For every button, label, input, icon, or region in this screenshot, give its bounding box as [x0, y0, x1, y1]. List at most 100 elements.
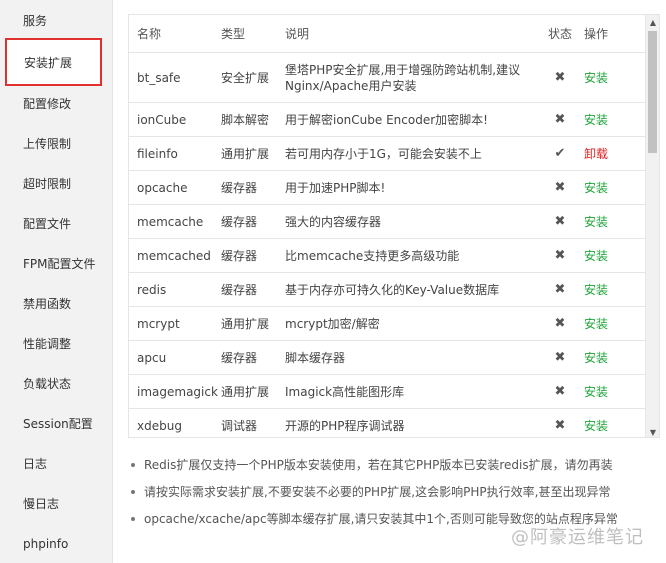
- header-name: 名称: [137, 27, 162, 41]
- ext-type: 缓存器: [221, 351, 258, 365]
- status-x-icon: ✖: [554, 384, 566, 399]
- ext-type: 通用扩展: [221, 147, 270, 161]
- bullet-icon: [131, 490, 135, 494]
- status-x-icon: ✖: [554, 418, 566, 433]
- ext-type: 通用扩展: [221, 317, 270, 331]
- install-button[interactable]: 安装: [580, 281, 620, 298]
- scroll-thumb[interactable]: [648, 31, 657, 153]
- ext-desc: 用于解密ionCube Encoder加密脚本!: [285, 112, 488, 127]
- uninstall-button[interactable]: 卸载: [580, 145, 620, 162]
- ext-name: apcu: [137, 350, 167, 365]
- status-x-icon: ✖: [554, 180, 566, 195]
- sidebar-item-session-config[interactable]: Session配置: [0, 404, 112, 444]
- table-header: 名称 类型 说明 状态 操作: [129, 15, 647, 53]
- ext-type: 缓存器: [221, 215, 258, 229]
- install-button[interactable]: 安装: [580, 213, 620, 230]
- install-button[interactable]: 安装: [580, 383, 620, 400]
- status-x-icon: ✖: [554, 214, 566, 229]
- status-check-icon: ✔: [554, 146, 566, 161]
- ext-type: 脚本解密: [221, 113, 270, 127]
- ext-desc: mcrypt加密/解密: [285, 316, 380, 331]
- ext-name: imagemagick: [137, 384, 218, 399]
- header-op: 操作: [584, 27, 609, 41]
- ext-name: bt_safe: [137, 70, 181, 85]
- ext-desc: 开源的PHP程序调试器: [285, 418, 405, 433]
- table-row: fileinfo 通用扩展 若可用内存小于1G，可能会安装不上 ✔ 卸载: [129, 137, 647, 171]
- scroll-up-arrow-icon[interactable]: ▲: [646, 15, 659, 29]
- ext-name: ionCube: [137, 112, 187, 127]
- header-type: 类型: [221, 27, 246, 41]
- table-row: xdebug 调试器 开源的PHP程序调试器 ✖ 安装: [129, 409, 647, 437]
- sidebar-item-log[interactable]: 日志: [0, 444, 112, 484]
- note-text: 请按实际需求安装扩展,不要安装不必要的PHP扩展,这会影响PHP执行效率,甚至出…: [144, 485, 611, 499]
- install-button[interactable]: 安装: [580, 417, 620, 434]
- status-x-icon: ✖: [554, 350, 566, 365]
- status-x-icon: ✖: [554, 282, 566, 297]
- table-row: ionCube 脚本解密 用于解密ionCube Encoder加密脚本! ✖ …: [129, 103, 647, 137]
- header-status: 状态: [547, 27, 572, 41]
- table-row: memcached 缓存器 比memcache支持更多高级功能 ✖ 安装: [129, 239, 647, 273]
- install-button[interactable]: 安装: [580, 349, 620, 366]
- sidebar-item-phpinfo[interactable]: phpinfo: [0, 524, 112, 563]
- ext-type: 调试器: [221, 419, 258, 433]
- main-panel: 名称 类型 说明 状态 操作 bt_safe 安全扩展 堡塔PHP安全扩展,用于…: [114, 0, 666, 563]
- ext-name: mcrypt: [137, 316, 180, 331]
- ext-type: 缓存器: [221, 249, 258, 263]
- ext-type: 安全扩展: [221, 71, 270, 85]
- ext-desc: 若可用内存小于1G，可能会安装不上: [285, 146, 482, 161]
- ext-desc: 基于内存亦可持久化的Key-Value数据库: [285, 282, 500, 297]
- ext-name: memcache: [137, 214, 204, 229]
- sidebar-item-load-status[interactable]: 负载状态: [0, 364, 112, 404]
- status-x-icon: ✖: [554, 316, 566, 331]
- extensions-table: 名称 类型 说明 状态 操作 bt_safe 安全扩展 堡塔PHP安全扩展,用于…: [128, 14, 660, 438]
- bullet-icon: [131, 517, 135, 521]
- ext-name: fileinfo: [137, 146, 178, 161]
- ext-name: redis: [137, 282, 167, 297]
- ext-desc: 脚本缓存器: [285, 350, 346, 365]
- sidebar: 服务 安装扩展 配置修改 上传限制 超时限制 配置文件 FPM配置文件 禁用函数…: [0, 0, 113, 563]
- status-x-icon: ✖: [554, 248, 566, 263]
- ext-name: xdebug: [137, 418, 182, 433]
- table-row: opcache 缓存器 用于加速PHP脚本! ✖ 安装: [129, 171, 647, 205]
- status-x-icon: ✖: [554, 112, 566, 127]
- table-row: memcache 缓存器 强大的内容缓存器 ✖ 安装: [129, 205, 647, 239]
- sidebar-item-fpm-config[interactable]: FPM配置文件: [0, 244, 112, 284]
- sidebar-item-slow-log[interactable]: 慢日志: [0, 484, 112, 524]
- install-button[interactable]: 安装: [580, 315, 620, 332]
- sidebar-item-service[interactable]: 服务: [0, 0, 112, 42]
- scroll-down-arrow-icon[interactable]: ▼: [646, 425, 659, 437]
- sidebar-item-install-extensions[interactable]: 安装扩展: [5, 38, 102, 86]
- install-button[interactable]: 安装: [580, 69, 620, 86]
- ext-desc: 强大的内容缓存器: [285, 214, 382, 229]
- sidebar-item-config-file[interactable]: 配置文件: [0, 204, 112, 244]
- sidebar-item-performance[interactable]: 性能调整: [0, 324, 112, 364]
- ext-name: memcached: [137, 248, 211, 263]
- install-button[interactable]: 安装: [580, 111, 620, 128]
- sidebar-item-config-edit[interactable]: 配置修改: [0, 84, 112, 124]
- ext-type: 通用扩展: [221, 385, 270, 399]
- ext-desc: Imagick高性能图形库: [285, 384, 405, 399]
- watermark: @阿豪运维笔记: [511, 527, 644, 548]
- install-button[interactable]: 安装: [580, 247, 620, 264]
- note-text: Redis扩展仅支持一个PHP版本安装使用，若在其它PHP版本已安装redis扩…: [144, 458, 613, 472]
- ext-desc: 堡塔PHP安全扩展,用于增强防跨站机制,建议Nginx/Apache用户安装: [285, 62, 521, 93]
- table-scrollbar[interactable]: ▲ ▼: [645, 15, 659, 437]
- sidebar-item-disabled-functions[interactable]: 禁用函数: [0, 284, 112, 324]
- table-row: imagemagick 通用扩展 Imagick高性能图形库 ✖ 安装: [129, 375, 647, 409]
- table-body: bt_safe 安全扩展 堡塔PHP安全扩展,用于增强防跨站机制,建议Nginx…: [129, 53, 647, 437]
- table-row: bt_safe 安全扩展 堡塔PHP安全扩展,用于增强防跨站机制,建议Nginx…: [129, 53, 647, 103]
- note-item: Redis扩展仅支持一个PHP版本安装使用，若在其它PHP版本已安装redis扩…: [128, 452, 648, 479]
- ext-type: 缓存器: [221, 181, 258, 195]
- header-desc: 说明: [285, 27, 310, 41]
- install-button[interactable]: 安装: [580, 179, 620, 196]
- table-row: mcrypt 通用扩展 mcrypt加密/解密 ✖ 安装: [129, 307, 647, 341]
- notes-list: Redis扩展仅支持一个PHP版本安装使用，若在其它PHP版本已安装redis扩…: [128, 452, 648, 533]
- sidebar-item-timeout-limit[interactable]: 超时限制: [0, 164, 112, 204]
- ext-desc: 比memcache支持更多高级功能: [285, 248, 460, 263]
- ext-desc: 用于加速PHP脚本!: [285, 180, 386, 195]
- table-row: redis 缓存器 基于内存亦可持久化的Key-Value数据库 ✖ 安装: [129, 273, 647, 307]
- sidebar-item-upload-limit[interactable]: 上传限制: [0, 124, 112, 164]
- bullet-icon: [131, 463, 135, 467]
- note-item: 请按实际需求安装扩展,不要安装不必要的PHP扩展,这会影响PHP执行效率,甚至出…: [128, 479, 648, 506]
- status-x-icon: ✖: [554, 70, 566, 85]
